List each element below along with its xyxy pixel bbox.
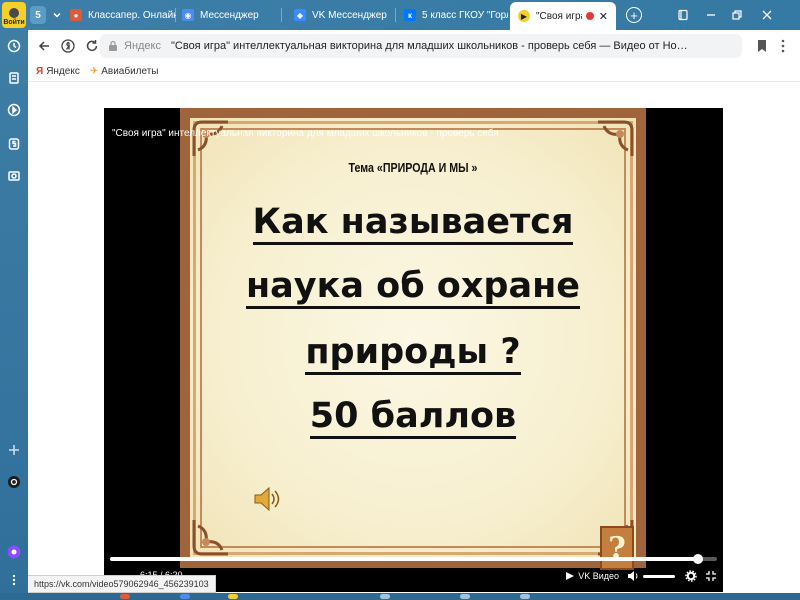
bookmark-yandex[interactable]: Я Яндекс (36, 66, 80, 77)
progress-bar[interactable] (110, 554, 717, 564)
collections-icon[interactable] (6, 70, 22, 86)
speaker-icon (254, 486, 280, 512)
login-label: Войти (3, 19, 25, 26)
tab-label: "Своя игра" интел (536, 10, 582, 22)
alice-assistant-icon[interactable] (6, 544, 22, 560)
url-field[interactable]: Яндекс "Своя игра" интеллектуальная викт… (100, 34, 742, 58)
browser-sidebar: Войти (0, 0, 28, 600)
menu-icon[interactable] (780, 38, 786, 54)
play-icon: ▶ (518, 10, 530, 22)
tab-label: Мессенджер (200, 9, 259, 21)
taskbar-app-icon[interactable] (460, 594, 470, 599)
tab-label: 5 класс ГКОУ "Горловс (422, 9, 508, 21)
close-window-icon[interactable] (760, 8, 774, 22)
slide-theme: Тема «ПРИРОДА И МЫ » (348, 160, 478, 175)
progress-fill (110, 557, 698, 561)
bookmark-label: Яндекс (46, 66, 80, 77)
taskbar-app-icon[interactable] (120, 594, 130, 599)
tab-label: Классапер. Онлайн дос (88, 9, 176, 21)
question-mark-badge: ? (600, 526, 634, 570)
yandex-icon: Я (36, 66, 44, 77)
video-title: "Своя игра" интеллектуальная викторина д… (112, 128, 499, 139)
ornament-icon (192, 520, 228, 556)
tab-klassaper[interactable]: ● Классапер. Онлайн дос (70, 4, 176, 26)
vk-messenger-icon: ◆ (294, 9, 306, 21)
ornament-icon (598, 120, 634, 156)
recording-icon (585, 12, 594, 20)
bookmarks-bar: Я Яндекс ✈ Авиабилеты (28, 62, 800, 82)
taskbar-app-icon[interactable] (228, 594, 238, 599)
taskbar-app-icon[interactable] (520, 594, 530, 599)
new-tab-button[interactable]: + (626, 7, 642, 23)
video-player[interactable]: Тема «ПРИРОДА И МЫ » Как называется наук… (104, 108, 723, 592)
taskbar-app-icon[interactable] (380, 594, 390, 599)
question-line-3: природы ? (190, 332, 636, 375)
taskbar-app-icon[interactable] (180, 594, 190, 599)
volume-icon[interactable] (627, 570, 639, 582)
question-line-1: Как называется (190, 202, 636, 245)
ornament-icon (192, 120, 228, 156)
more-icon[interactable] (6, 572, 22, 588)
screenshot-icon[interactable] (6, 168, 22, 184)
bookmark-icon[interactable] (756, 39, 768, 53)
tab-vk-messenger[interactable]: ◆ VK Мессенджер (294, 4, 396, 26)
url-domain: Яндекс (124, 40, 161, 52)
vk-icon: к (404, 9, 416, 21)
question-line-2: наука об охране (190, 266, 636, 309)
reload-icon[interactable] (84, 38, 100, 54)
music-icon[interactable] (6, 474, 22, 490)
tab-5-klass[interactable]: к 5 класс ГКОУ "Горловс (404, 4, 508, 26)
user-icon (9, 8, 19, 18)
status-url: https://vk.com/video579062946_456239103 (28, 575, 216, 593)
taskbar (0, 593, 800, 600)
restore-icon[interactable] (730, 8, 744, 22)
player-controls: VK Видео (565, 568, 717, 584)
vk-video-icon (566, 572, 575, 580)
tab-messenger[interactable]: ◉ Мессенджер (182, 4, 282, 26)
question-line-4: 50 баллов (190, 396, 636, 439)
settings-icon[interactable] (685, 570, 697, 582)
bookmark-label: Авиабилеты (101, 66, 159, 77)
messenger-icon: ◉ (182, 9, 194, 21)
yandex-logo-icon[interactable] (60, 38, 76, 54)
minimize-icon[interactable] (704, 8, 718, 22)
chevron-down-icon[interactable] (50, 8, 64, 22)
klassaper-icon: ● (70, 9, 82, 21)
progress-handle[interactable] (692, 554, 703, 564)
add-icon[interactable] (6, 442, 22, 458)
tab-label: VK Мессенджер (312, 9, 387, 21)
close-tab-icon[interactable]: ✕ (599, 10, 608, 23)
play-circle-icon[interactable] (6, 102, 22, 118)
history-icon[interactable] (6, 38, 22, 54)
url-title: "Своя игра" интеллектуальная викторина д… (171, 40, 691, 52)
tab-svoya-igra[interactable]: ▶ "Своя игра" интел ✕ (510, 2, 616, 30)
login-button[interactable]: Войти (2, 2, 26, 28)
bookmark-aviabilety[interactable]: ✈ Авиабилеты (90, 66, 159, 77)
plane-icon: ✈ (89, 66, 99, 77)
volume-slider[interactable] (643, 574, 675, 578)
quiz-slide: Тема «ПРИРОДА И МЫ » Как называется наук… (180, 108, 646, 570)
address-bar: Яндекс "Своя игра" интеллектуальная викт… (28, 30, 800, 62)
workspace-button[interactable]: 5 (30, 6, 46, 24)
fullscreen-exit-icon[interactable] (705, 570, 717, 582)
workspace-icon[interactable] (6, 136, 22, 152)
back-icon[interactable] (36, 38, 52, 54)
brand-label[interactable]: VK Видео (578, 571, 619, 581)
lock-icon (109, 40, 117, 51)
bookmarks-panel-icon[interactable] (676, 8, 690, 22)
tab-strip: 5 ● Классапер. Онлайн дос ◉ Мессенджер ◆… (28, 0, 800, 30)
